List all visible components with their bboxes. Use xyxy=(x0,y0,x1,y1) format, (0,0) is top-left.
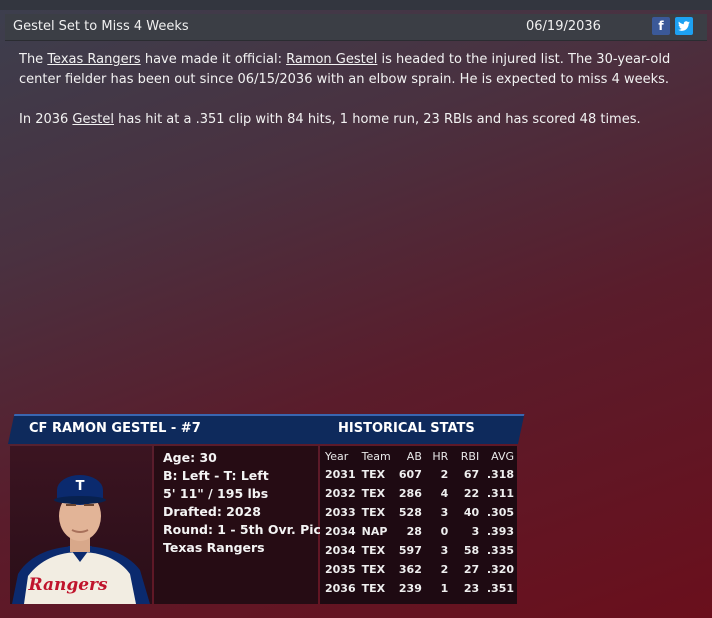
cell-rbi: 67 xyxy=(463,468,480,481)
cell-ab: 239 xyxy=(398,582,422,595)
player-info-panel: Age: 30 B: Left - T: Left 5' 11" / 195 l… xyxy=(154,446,329,604)
article-paragraph-2: In 2036 Gestel has hit at a .351 clip wi… xyxy=(19,110,699,130)
text-fragment: In 2036 xyxy=(19,112,73,127)
facebook-share-icon[interactable]: f xyxy=(652,17,670,35)
table-row: 2034 NAP 28 0 3 .393 xyxy=(322,522,517,541)
cell-ab: 28 xyxy=(406,525,422,538)
cell-ab: 607 xyxy=(398,468,422,481)
player-draft-round: Round: 1 - 5th Ovr. Pick xyxy=(163,522,330,537)
table-row: 2032 TEX 286 4 22 .311 xyxy=(322,484,517,503)
cell-team: TEX xyxy=(361,563,386,576)
player-team[interactable]: Texas Rangers xyxy=(163,540,265,555)
cell-avg: .393 xyxy=(486,525,514,538)
cell-ab: 286 xyxy=(398,487,422,500)
twitter-share-icon[interactable] xyxy=(675,17,693,35)
cell-avg: .351 xyxy=(486,582,514,595)
player-link-short[interactable]: Gestel xyxy=(72,112,114,127)
col-header-hr: HR xyxy=(432,449,449,463)
table-row: 2031 TEX 607 2 67 .318 xyxy=(322,465,517,484)
cell-ab: 597 xyxy=(398,544,422,557)
cell-rbi: 27 xyxy=(463,563,480,576)
stats-header-row: Year Team AB HR RBI AVG xyxy=(322,447,517,465)
cell-year: 2031 xyxy=(325,468,356,481)
news-date: 06/19/2036 xyxy=(526,19,601,34)
text-fragment: have made it official: xyxy=(140,52,287,67)
col-header-ab: AB xyxy=(406,449,422,463)
cell-rbi: 40 xyxy=(463,506,480,519)
cell-rbi: 3 xyxy=(471,525,480,538)
cell-year: 2036 xyxy=(325,582,356,595)
table-row: 2035 TEX 362 2 27 .320 xyxy=(322,560,517,579)
table-row: 2036 TEX 239 1 23 .351 xyxy=(322,579,517,598)
historical-stats-table: Year Team AB HR RBI AVG 2031 TEX 607 2 6… xyxy=(322,447,517,598)
top-strip xyxy=(0,0,712,10)
cell-rbi: 22 xyxy=(463,487,480,500)
team-link[interactable]: Texas Rangers xyxy=(47,52,140,67)
player-age: Age: 30 xyxy=(163,450,217,465)
col-header-year: Year xyxy=(325,449,349,463)
player-card-title[interactable]: CF RAMON GESTEL - #7 xyxy=(29,421,201,436)
cell-avg: .320 xyxy=(486,563,514,576)
cell-avg: .305 xyxy=(486,506,514,519)
news-header-bar: Gestel Set to Miss 4 Weeks 06/19/2036 f xyxy=(5,14,707,41)
cell-hr: 1 xyxy=(440,582,449,595)
cell-team: TEX xyxy=(361,506,386,519)
news-window: Gestel Set to Miss 4 Weeks 06/19/2036 f … xyxy=(0,0,712,618)
cell-hr: 2 xyxy=(440,563,449,576)
historical-stats-panel: Year Team AB HR RBI AVG 2031 TEX 607 2 6… xyxy=(320,446,517,604)
table-row: 2034 TEX 597 3 58 .335 xyxy=(322,541,517,560)
cell-team: NAP xyxy=(361,525,388,538)
cell-year: 2034 xyxy=(325,544,356,557)
player-link[interactable]: Ramon Gestel xyxy=(286,52,377,67)
cell-rbi: 23 xyxy=(463,582,480,595)
cell-avg: .335 xyxy=(486,544,514,557)
col-header-avg: AVG xyxy=(491,449,514,463)
cell-team: TEX xyxy=(361,487,386,500)
col-header-rbi: RBI xyxy=(460,449,480,463)
cell-team: TEX xyxy=(361,544,386,557)
cell-year: 2033 xyxy=(325,506,356,519)
jersey-text: Rangers xyxy=(27,575,108,595)
cell-year: 2034 xyxy=(325,525,356,538)
col-header-team: Team xyxy=(361,449,391,463)
cell-hr: 3 xyxy=(440,544,449,557)
table-row: 2033 TEX 528 3 40 .305 xyxy=(322,503,517,522)
player-bats-throws: B: Left - T: Left xyxy=(163,468,269,483)
text-fragment: has hit at a .351 clip with 84 hits, 1 h… xyxy=(113,112,641,127)
cell-ab: 528 xyxy=(398,506,422,519)
article-paragraph-1: The Texas Rangers have made it official:… xyxy=(19,50,699,90)
cell-avg: .311 xyxy=(486,487,514,500)
cap-logo-text: T xyxy=(76,479,85,494)
player-portrait-image: T Rangers xyxy=(12,475,150,604)
cell-year: 2032 xyxy=(325,487,356,500)
news-headline: Gestel Set to Miss 4 Weeks xyxy=(13,19,189,34)
twitter-bird-icon xyxy=(678,21,690,31)
cell-year: 2035 xyxy=(325,563,356,576)
player-drafted: Drafted: 2028 xyxy=(163,504,261,519)
text-fragment: The xyxy=(19,52,48,67)
cell-team: TEX xyxy=(361,582,386,595)
article-body: The Texas Rangers have made it official:… xyxy=(19,50,699,150)
cell-avg: .318 xyxy=(486,468,514,481)
cell-hr: 4 xyxy=(440,487,449,500)
cell-ab: 362 xyxy=(398,563,422,576)
cell-team: TEX xyxy=(361,468,386,481)
cell-hr: 2 xyxy=(440,468,449,481)
historical-stats-title: HISTORICAL STATS xyxy=(338,421,475,436)
cell-hr: 0 xyxy=(440,525,449,538)
cell-hr: 3 xyxy=(440,506,449,519)
player-height-weight: 5' 11" / 195 lbs xyxy=(163,486,269,501)
cell-rbi: 58 xyxy=(463,544,480,557)
player-photo: T Rangers xyxy=(10,446,152,604)
